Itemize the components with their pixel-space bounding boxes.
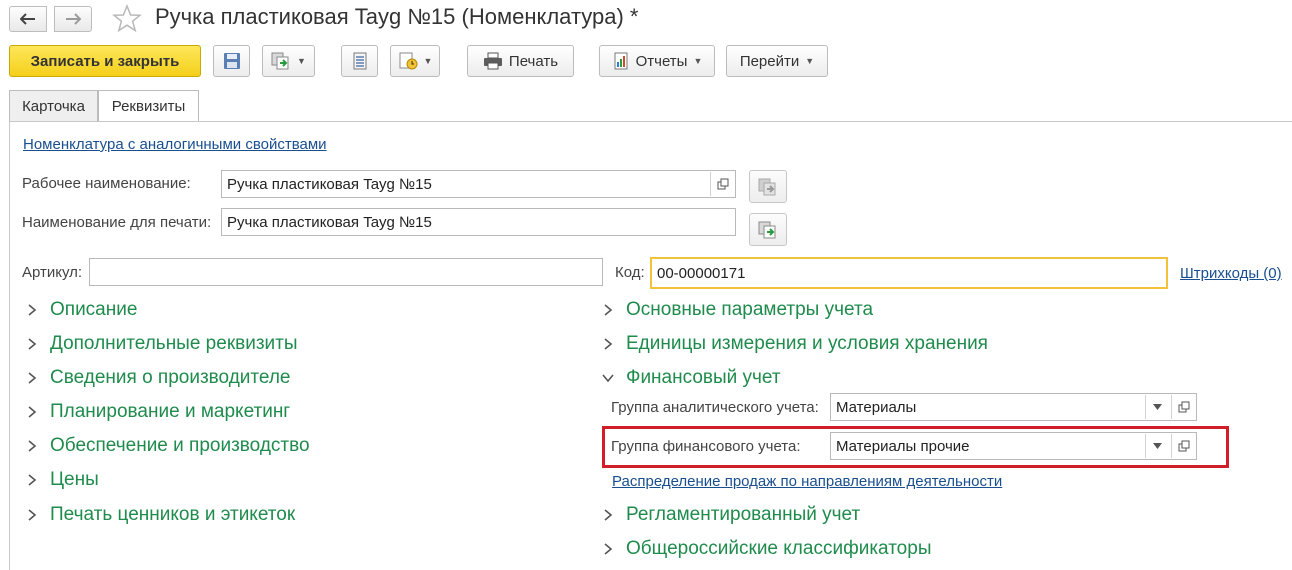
- chevron-right-icon: [604, 509, 613, 521]
- tab-card[interactable]: Карточка: [9, 90, 98, 121]
- group-label: Планирование и маркетинг: [50, 401, 291, 422]
- group-label: Сведения о производителе: [50, 367, 291, 388]
- goto-button[interactable]: Перейти ▼: [726, 45, 828, 77]
- forward-button[interactable]: [54, 6, 92, 32]
- chevron-right-icon: [28, 372, 37, 384]
- create-based-on-button[interactable]: ▼: [262, 45, 315, 77]
- star-icon[interactable]: [112, 4, 142, 34]
- print-name-field[interactable]: Ручка пластиковая Tayg №15: [221, 208, 736, 236]
- group-label: Описание: [50, 299, 138, 320]
- group-label: Основные параметры учета: [626, 299, 874, 320]
- chevron-right-icon: [28, 509, 37, 521]
- open-window-icon: [717, 178, 728, 190]
- list-button[interactable]: [341, 45, 378, 77]
- reports-label: Отчеты: [635, 52, 688, 70]
- group-label: Финансовый учет: [626, 367, 781, 388]
- highlight-box: [602, 426, 1229, 468]
- group-description[interactable]: Описание: [26, 299, 137, 321]
- page-title: Ручка пластиковая Tayg №15 (Номенклатура…: [155, 4, 639, 29]
- group-prices[interactable]: Цены: [26, 469, 99, 491]
- group-units[interactable]: Единицы измерения и условия хранения: [602, 333, 988, 355]
- chevron-down-icon: ▼: [423, 56, 433, 66]
- chevron-down-icon: [602, 374, 614, 383]
- chevron-right-icon: [28, 304, 37, 316]
- tab-requisites[interactable]: Реквизиты: [98, 90, 199, 122]
- chevron-down-icon: ▼: [693, 56, 703, 66]
- create-based-icon: [271, 52, 289, 70]
- print-name-label: Наименование для печати:: [22, 214, 212, 231]
- printer-icon: [483, 52, 502, 70]
- print-name-value: Ручка пластиковая Tayg №15: [227, 213, 432, 231]
- chevron-right-icon: [604, 543, 613, 555]
- analytic-group-value: Материалы: [836, 398, 917, 416]
- group-label: Регламентированный учет: [626, 504, 861, 525]
- work-name-field[interactable]: Ручка пластиковая Tayg №15: [221, 170, 736, 198]
- save-button[interactable]: [213, 45, 250, 77]
- document-list-icon: [353, 52, 366, 70]
- code-label: Код:: [615, 264, 645, 281]
- group-label: Единицы измерения и условия хранения: [626, 333, 988, 354]
- copy-disabled-icon: [758, 178, 776, 195]
- copy-name-button[interactable]: [749, 170, 787, 203]
- chevron-down-icon: ▼: [297, 56, 306, 66]
- arrow-right-icon: [66, 13, 81, 25]
- group-regulated[interactable]: Регламентированный учет: [602, 504, 860, 526]
- tab-panel-border: [9, 121, 1292, 122]
- print-button[interactable]: Печать: [467, 45, 574, 77]
- article-label: Артикул:: [22, 264, 83, 281]
- chevron-down-icon: [1153, 404, 1162, 410]
- code-field[interactable]: 00-00000171: [650, 257, 1168, 289]
- attachment-clock-icon: [399, 52, 418, 70]
- floppy-disk-icon: [223, 53, 240, 69]
- tab-panel-border-left: [9, 121, 10, 570]
- group-price-tags[interactable]: Печать ценников и этикеток: [26, 504, 295, 526]
- article-field[interactable]: [89, 258, 603, 286]
- chevron-right-icon: [28, 406, 37, 418]
- analytic-group-select[interactable]: Материалы: [830, 393, 1197, 421]
- chevron-right-icon: [604, 304, 613, 316]
- chevron-right-icon: [604, 338, 613, 350]
- arrow-left-icon: [20, 13, 35, 25]
- code-value: 00-00000171: [657, 264, 746, 282]
- chevron-down-icon: ▼: [805, 56, 815, 66]
- work-name-label: Рабочее наименование:: [22, 175, 191, 192]
- group-label: Дополнительные реквизиты: [50, 333, 298, 354]
- save-and-close-button[interactable]: Записать и закрыть: [9, 45, 201, 77]
- sales-distribution-link[interactable]: Распределение продаж по направлениям дея…: [612, 473, 1002, 490]
- goto-label: Перейти: [739, 52, 800, 70]
- group-planning[interactable]: Планирование и маркетинг: [26, 401, 290, 423]
- group-label: Цены: [50, 469, 99, 490]
- analytic-group-label: Группа аналитического учета:: [611, 399, 819, 416]
- print-label: Печать: [508, 52, 559, 70]
- open-window-icon: [1178, 401, 1189, 413]
- open-button[interactable]: [710, 172, 734, 196]
- analytic-group-dropdown[interactable]: [1145, 395, 1169, 419]
- analytic-group-open[interactable]: [1171, 395, 1195, 419]
- barcodes-link[interactable]: Штрихкоды (0): [1180, 265, 1282, 282]
- reports-icon: [614, 52, 628, 70]
- group-label: Печать ценников и этикеток: [50, 504, 296, 525]
- group-additional-requisites[interactable]: Дополнительные реквизиты: [26, 333, 298, 355]
- group-label: Общероссийские классификаторы: [626, 538, 932, 559]
- reports-button[interactable]: Отчеты ▼: [599, 45, 715, 77]
- work-name-value: Ручка пластиковая Tayg №15: [227, 175, 432, 193]
- fill-print-name-button[interactable]: [749, 213, 787, 246]
- create-based-icon: [758, 221, 776, 238]
- group-supply-production[interactable]: Обеспечение и производство: [26, 435, 310, 457]
- group-main-params[interactable]: Основные параметры учета: [602, 299, 873, 321]
- group-financial[interactable]: Финансовый учет: [602, 367, 781, 389]
- back-button[interactable]: [9, 6, 47, 32]
- chevron-right-icon: [28, 440, 37, 452]
- group-manufacturer[interactable]: Сведения о производителе: [26, 367, 290, 389]
- attachments-button[interactable]: ▼: [390, 45, 440, 77]
- chevron-right-icon: [28, 338, 37, 350]
- similar-nomenclature-link[interactable]: Номенклатура с аналогичными свойствами: [23, 136, 327, 153]
- group-label: Обеспечение и производство: [50, 435, 310, 456]
- chevron-right-icon: [28, 474, 37, 486]
- group-classifiers[interactable]: Общероссийские классификаторы: [602, 538, 931, 560]
